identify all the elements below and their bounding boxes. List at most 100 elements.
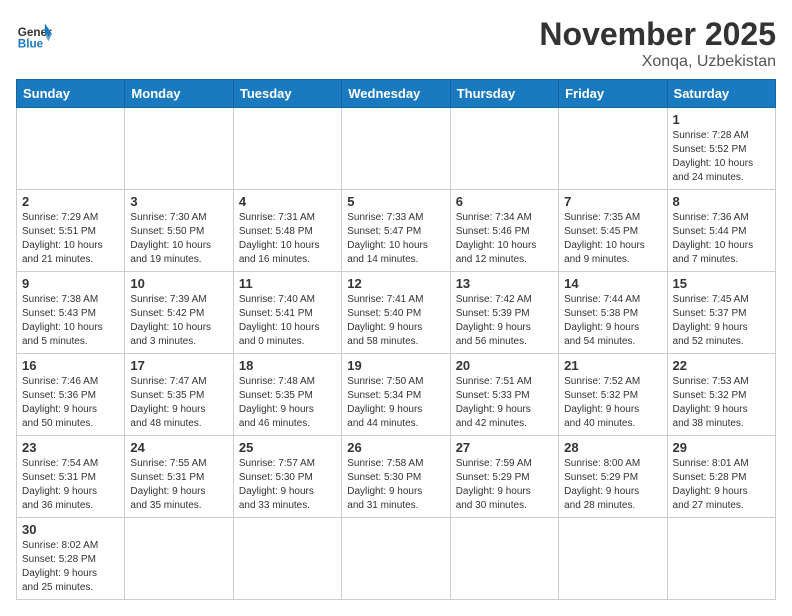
- calendar-cell: 21 Sunrise: 7:52 AM Sunset: 5:32 PM Dayli…: [559, 354, 667, 436]
- calendar-cell: 14 Sunrise: 7:44 AM Sunset: 5:38 PM Dayli…: [559, 272, 667, 354]
- day-info: Sunrise: 7:50 AM Sunset: 5:34 PM Dayligh…: [347, 375, 444, 431]
- weekday-header-saturday: Saturday: [667, 80, 775, 108]
- day-number: 11: [239, 276, 336, 291]
- calendar-cell: 11 Sunrise: 7:40 AM Sunset: 5:41 PM Dayli…: [233, 272, 341, 354]
- weekday-header-friday: Friday: [559, 80, 667, 108]
- day-number: 29: [673, 440, 770, 455]
- day-number: 25: [239, 440, 336, 455]
- day-number: 16: [22, 358, 119, 373]
- day-info: Sunrise: 7:46 AM Sunset: 5:36 PM Dayligh…: [22, 375, 119, 431]
- calendar-cell: 17Sunrise: 7:47 AM Sunset: 5:35 PM Dayli…: [125, 354, 233, 436]
- day-info: Sunrise: 7:57 AM Sunset: 5:30 PM Dayligh…: [239, 457, 336, 513]
- day-number: 27: [456, 440, 553, 455]
- day-info: Sunrise: 7:45 AM Sunset: 5:37 PM Dayligh…: [673, 293, 770, 349]
- day-info: Sunrise: 7:33 AM Sunset: 5:47 PM Dayligh…: [347, 211, 444, 267]
- calendar-cell: 13 Sunrise: 7:42 AM Sunset: 5:39 PM Dayli…: [450, 272, 558, 354]
- day-info: Sunrise: 7:48 AM Sunset: 5:35 PM Dayligh…: [239, 375, 336, 431]
- day-number: 15: [673, 276, 770, 291]
- calendar-cell: 22Sunrise: 7:53 AM Sunset: 5:32 PM Dayli…: [667, 354, 775, 436]
- day-info: Sunrise: 7:29 AM Sunset: 5:51 PM Dayligh…: [22, 211, 119, 267]
- day-number: 24: [130, 440, 227, 455]
- day-info: Sunrise: 7:54 AM Sunset: 5:31 PM Dayligh…: [22, 457, 119, 513]
- day-number: 9: [22, 276, 119, 291]
- day-number: 20: [456, 358, 553, 373]
- calendar-cell: [342, 518, 450, 600]
- logo-icon: General Blue: [16, 16, 52, 52]
- calendar-cell: 24 Sunrise: 7:55 AM Sunset: 5:31 PM Dayli…: [125, 436, 233, 518]
- calendar-cell: 7Sunrise: 7:35 AM Sunset: 5:45 PM Daylig…: [559, 190, 667, 272]
- calendar-week-row: 16 Sunrise: 7:46 AM Sunset: 5:36 PM Dayli…: [17, 354, 776, 436]
- calendar-cell: 16 Sunrise: 7:46 AM Sunset: 5:36 PM Dayli…: [17, 354, 125, 436]
- weekday-header-row: SundayMondayTuesdayWednesdayThursdayFrid…: [17, 80, 776, 108]
- day-info: Sunrise: 7:34 AM Sunset: 5:46 PM Dayligh…: [456, 211, 553, 267]
- calendar-cell: 9Sunrise: 7:38 AM Sunset: 5:43 PM Daylig…: [17, 272, 125, 354]
- day-info: Sunrise: 7:51 AM Sunset: 5:33 PM Dayligh…: [456, 375, 553, 431]
- day-info: Sunrise: 7:42 AM Sunset: 5:39 PM Dayligh…: [456, 293, 553, 349]
- month-title: November 2025: [539, 16, 776, 53]
- calendar-cell: 25 Sunrise: 7:57 AM Sunset: 5:30 PM Dayli…: [233, 436, 341, 518]
- day-info: Sunrise: 7:28 AM Sunset: 5:52 PM Dayligh…: [673, 129, 770, 185]
- weekday-header-wednesday: Wednesday: [342, 80, 450, 108]
- calendar-cell: 28Sunrise: 8:00 AM Sunset: 5:29 PM Dayli…: [559, 436, 667, 518]
- day-number: 10: [130, 276, 227, 291]
- calendar-cell: [17, 108, 125, 190]
- calendar-cell: [233, 108, 341, 190]
- day-number: 23: [22, 440, 119, 455]
- calendar-week-row: 2Sunrise: 7:29 AM Sunset: 5:51 PM Daylig…: [17, 190, 776, 272]
- weekday-header-monday: Monday: [125, 80, 233, 108]
- calendar-cell: [667, 518, 775, 600]
- calendar-cell: 3 Sunrise: 7:30 AM Sunset: 5:50 PM Daylig…: [125, 190, 233, 272]
- calendar-cell: 30Sunrise: 8:02 AM Sunset: 5:28 PM Dayli…: [17, 518, 125, 600]
- calendar-cell: 10 Sunrise: 7:39 AM Sunset: 5:42 PM Dayli…: [125, 272, 233, 354]
- day-info: Sunrise: 7:59 AM Sunset: 5:29 PM Dayligh…: [456, 457, 553, 513]
- calendar-cell: 1 Sunrise: 7:28 AM Sunset: 5:52 PM Daylig…: [667, 108, 775, 190]
- calendar-cell: [125, 518, 233, 600]
- title-block: November 2025 Xonqa, Uzbekistan: [539, 16, 776, 71]
- day-number: 7: [564, 194, 661, 209]
- day-info: Sunrise: 8:00 AM Sunset: 5:29 PM Dayligh…: [564, 457, 661, 513]
- day-number: 12: [347, 276, 444, 291]
- day-info: Sunrise: 7:55 AM Sunset: 5:31 PM Dayligh…: [130, 457, 227, 513]
- day-number: 21: [564, 358, 661, 373]
- day-number: 30: [22, 522, 119, 537]
- day-info: Sunrise: 7:31 AM Sunset: 5:48 PM Dayligh…: [239, 211, 336, 267]
- calendar-cell: 8Sunrise: 7:36 AM Sunset: 5:44 PM Daylig…: [667, 190, 775, 272]
- svg-text:Blue: Blue: [18, 38, 44, 51]
- day-number: 26: [347, 440, 444, 455]
- day-info: Sunrise: 7:58 AM Sunset: 5:30 PM Dayligh…: [347, 457, 444, 513]
- calendar-cell: [559, 108, 667, 190]
- day-number: 5: [347, 194, 444, 209]
- calendar-cell: [450, 108, 558, 190]
- day-number: 19: [347, 358, 444, 373]
- day-number: 18: [239, 358, 336, 373]
- calendar-cell: 6Sunrise: 7:34 AM Sunset: 5:46 PM Daylig…: [450, 190, 558, 272]
- day-info: Sunrise: 7:36 AM Sunset: 5:44 PM Dayligh…: [673, 211, 770, 267]
- calendar-week-row: 1 Sunrise: 7:28 AM Sunset: 5:52 PM Daylig…: [17, 108, 776, 190]
- day-info: Sunrise: 7:52 AM Sunset: 5:32 PM Dayligh…: [564, 375, 661, 431]
- day-number: 14: [564, 276, 661, 291]
- day-info: Sunrise: 7:40 AM Sunset: 5:41 PM Dayligh…: [239, 293, 336, 349]
- page-header: General Blue November 2025 Xonqa, Uzbeki…: [16, 16, 776, 71]
- day-info: Sunrise: 8:01 AM Sunset: 5:28 PM Dayligh…: [673, 457, 770, 513]
- day-number: 1: [673, 112, 770, 127]
- weekday-header-sunday: Sunday: [17, 80, 125, 108]
- calendar-cell: 15 Sunrise: 7:45 AM Sunset: 5:37 PM Dayli…: [667, 272, 775, 354]
- location: Xonqa, Uzbekistan: [539, 53, 776, 71]
- calendar-cell: 2Sunrise: 7:29 AM Sunset: 5:51 PM Daylig…: [17, 190, 125, 272]
- calendar-cell: [559, 518, 667, 600]
- day-info: Sunrise: 7:47 AM Sunset: 5:35 PM Dayligh…: [130, 375, 227, 431]
- calendar-cell: 4Sunrise: 7:31 AM Sunset: 5:48 PM Daylig…: [233, 190, 341, 272]
- day-number: 13: [456, 276, 553, 291]
- day-info: Sunrise: 7:39 AM Sunset: 5:42 PM Dayligh…: [130, 293, 227, 349]
- calendar-week-row: 9Sunrise: 7:38 AM Sunset: 5:43 PM Daylig…: [17, 272, 776, 354]
- day-info: Sunrise: 7:44 AM Sunset: 5:38 PM Dayligh…: [564, 293, 661, 349]
- day-info: Sunrise: 7:53 AM Sunset: 5:32 PM Dayligh…: [673, 375, 770, 431]
- day-number: 3: [130, 194, 227, 209]
- calendar-table: SundayMondayTuesdayWednesdayThursdayFrid…: [16, 79, 776, 600]
- calendar-cell: [233, 518, 341, 600]
- calendar-cell: 20 Sunrise: 7:51 AM Sunset: 5:33 PM Dayli…: [450, 354, 558, 436]
- calendar-cell: [125, 108, 233, 190]
- day-info: Sunrise: 7:41 AM Sunset: 5:40 PM Dayligh…: [347, 293, 444, 349]
- day-info: Sunrise: 7:30 AM Sunset: 5:50 PM Dayligh…: [130, 211, 227, 267]
- calendar-week-row: 23 Sunrise: 7:54 AM Sunset: 5:31 PM Dayli…: [17, 436, 776, 518]
